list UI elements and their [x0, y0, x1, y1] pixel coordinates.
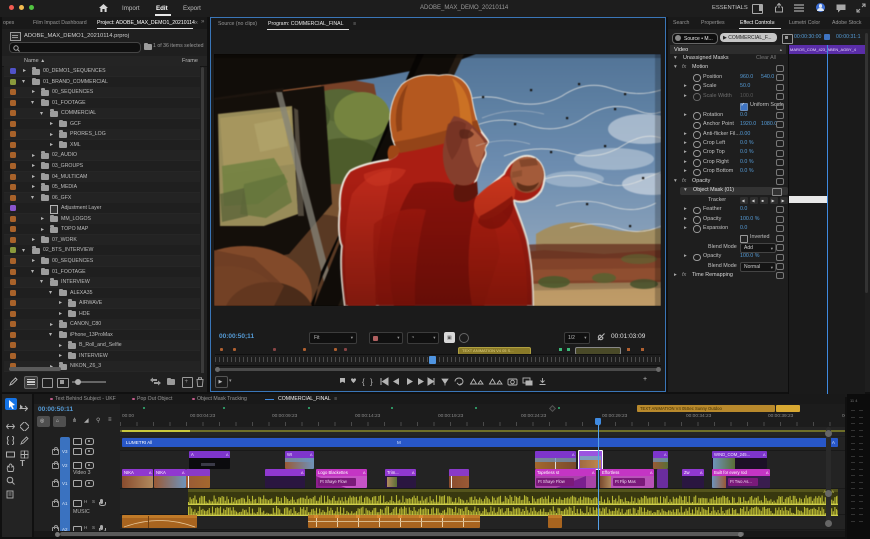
svg-text:{: { [362, 378, 365, 387]
svg-text:}: } [370, 378, 373, 387]
